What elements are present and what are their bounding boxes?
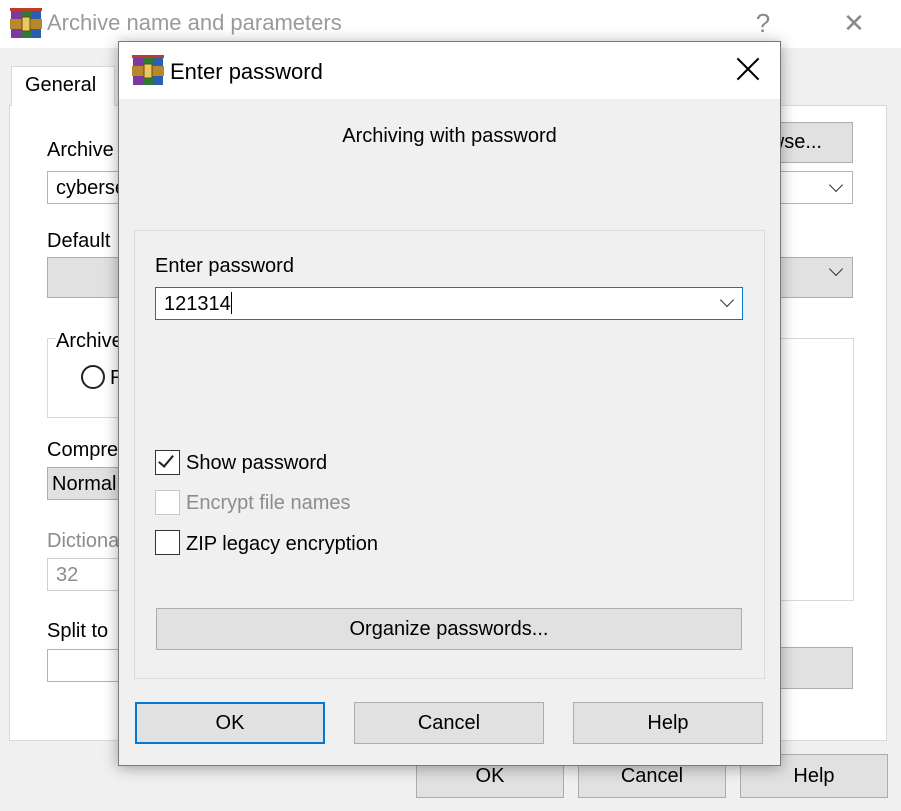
background-ok-label: OK — [475, 764, 505, 787]
archive-name-label: Archive — [47, 139, 114, 161]
dictionary-field[interactable]: 32 — [47, 558, 127, 591]
default-profile-label: Default — [47, 230, 111, 252]
winrar-books-icon — [10, 8, 42, 38]
compression-label: Compre — [47, 439, 119, 461]
compression-combo[interactable]: Normal — [47, 467, 127, 500]
background-set-password-button[interactable] — [780, 647, 853, 689]
format-radio[interactable] — [81, 365, 105, 389]
organize-passwords-button[interactable]: Organize passwords... — [156, 608, 742, 650]
ok-label: OK — [215, 711, 245, 734]
background-cancel-label: Cancel — [620, 764, 684, 787]
password-input[interactable]: 121314 — [155, 287, 743, 320]
archive-name-value: cyberse — [56, 177, 127, 199]
background-window-title: Archive name and parameters — [47, 10, 342, 35]
zip-legacy-checkbox[interactable] — [155, 530, 180, 555]
dialog-heading: Archiving with password — [342, 125, 557, 147]
help-button[interactable]: Help — [573, 702, 763, 744]
cancel-button[interactable]: Cancel — [354, 702, 544, 744]
password-label: Enter password — [155, 255, 294, 277]
ok-button[interactable]: OK — [135, 702, 325, 744]
tab-general[interactable]: General — [11, 66, 115, 106]
split-volumes-label: Split to — [47, 620, 109, 642]
background-close-icon[interactable]: ✕ — [834, 6, 874, 40]
organize-passwords-label: Organize passwords... — [349, 617, 549, 640]
dialog-title: Enter password — [170, 59, 323, 84]
encrypt-file-names-checkbox[interactable] — [155, 490, 180, 515]
dictionary-label: Dictiona — [47, 530, 120, 552]
close-icon[interactable] — [730, 52, 766, 88]
archiving-options-group — [780, 338, 854, 601]
archive-format-label: Archive — [56, 330, 125, 353]
zip-legacy-label[interactable]: ZIP legacy encryption — [186, 533, 378, 556]
checkmark-icon — [158, 451, 174, 468]
background-help-label: Help — [793, 764, 835, 787]
dictionary-value: 32 — [56, 564, 79, 586]
help-label: Help — [647, 711, 689, 734]
show-password-checkbox[interactable] — [155, 450, 180, 475]
winrar-books-icon — [132, 55, 164, 85]
text-caret — [230, 292, 232, 314]
help-icon[interactable]: ? — [743, 6, 783, 40]
password-value: 121314 — [164, 293, 231, 315]
enter-password-dialog: Enter password Archiving with password E… — [118, 41, 781, 766]
compression-value: Normal — [52, 473, 117, 495]
show-password-label[interactable]: Show password — [186, 452, 327, 475]
cancel-label: Cancel — [417, 711, 481, 734]
split-volumes-field[interactable] — [47, 649, 127, 682]
encrypt-file-names-label[interactable]: Encrypt file names — [186, 492, 351, 515]
